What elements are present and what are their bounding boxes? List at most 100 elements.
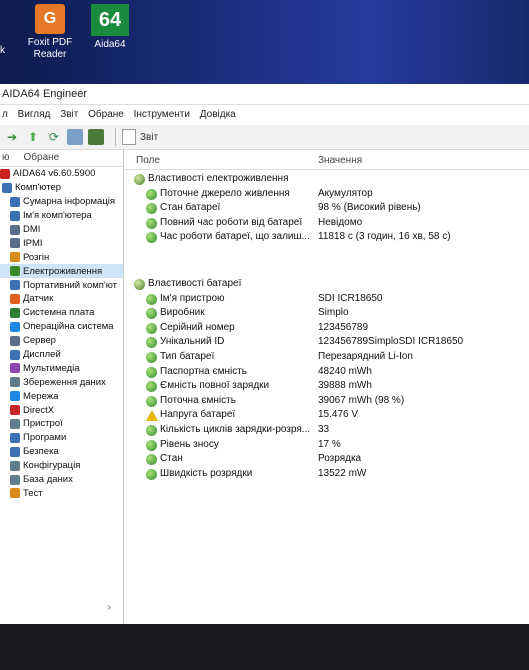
- tree-item-icon: [10, 196, 20, 207]
- field-name: Швидкість розрядки: [160, 467, 253, 479]
- tree-item[interactable]: Сумарна інформація: [0, 195, 123, 209]
- table-row[interactable]: Паспортна ємність 48240 mWh: [124, 365, 529, 380]
- field-value: 15.476 V: [318, 409, 359, 421]
- tree-item[interactable]: Мультимедіа: [0, 361, 123, 375]
- tree-item-label: Збереження даних: [23, 376, 106, 388]
- foxit-pdf-reader-shortcut[interactable]: G Foxit PDF Reader: [18, 4, 82, 61]
- tree-item[interactable]: Операційна система: [0, 320, 123, 334]
- tree-item-label: Мережа: [23, 390, 59, 402]
- field-name: Поточне джерело живлення: [160, 187, 290, 199]
- tab-favorites[interactable]: Обране: [22, 150, 72, 166]
- tab-menu[interactable]: ю: [0, 150, 22, 166]
- tree-item[interactable]: Ім'я комп'ютера: [0, 209, 123, 223]
- battery-icon: [146, 352, 157, 363]
- tree-item[interactable]: Пристрої: [0, 417, 123, 431]
- battery-icon: [146, 232, 157, 244]
- field-name: Паспортна ємність: [160, 365, 248, 377]
- tree-item[interactable]: Електроживлення: [0, 264, 123, 279]
- tree-item[interactable]: Датчик: [0, 292, 123, 306]
- tree-item-icon: [2, 182, 12, 193]
- refresh-icon[interactable]: ⟳: [46, 129, 62, 145]
- table-row[interactable]: Поточне джерело живлення Акумулятор: [124, 187, 529, 202]
- tree-item[interactable]: База даних: [0, 473, 123, 487]
- group-row[interactable]: Властивості батареї: [124, 277, 529, 292]
- tree-item[interactable]: IPMI: [0, 236, 123, 250]
- report-button[interactable]: Звіт: [122, 129, 158, 145]
- tree-item-icon: [10, 321, 20, 332]
- field-name: Стан батареї: [160, 202, 221, 214]
- battery-icon: [146, 308, 157, 320]
- motherboard-icon[interactable]: [88, 129, 104, 145]
- field-value: 13522 mW: [318, 467, 367, 479]
- field-value: 39067 mWh (98 %): [318, 394, 405, 406]
- navigation-tree: ю Обране AIDA64 v6.60.5900 Комп'ютер Сумар…: [0, 150, 124, 624]
- table-row[interactable]: Повний час роботи від батареї Невідомо: [124, 216, 529, 231]
- tree-item[interactable]: Збереження даних: [0, 375, 123, 389]
- report-icon: [122, 129, 136, 145]
- tree-item-label: DirectX: [23, 404, 55, 416]
- battery-icon: [146, 337, 157, 349]
- taskbar-area: [0, 624, 529, 670]
- menu-item[interactable]: л: [2, 109, 8, 120]
- menu-item-tools[interactable]: Інструменти: [134, 109, 190, 120]
- table-row[interactable]: Час роботи батареї, що залиш... 11818 с (…: [124, 230, 529, 245]
- tree-item-icon: [10, 446, 20, 457]
- table-row[interactable]: Швидкість розрядки 13522 mW: [124, 467, 529, 482]
- field-name: Кількість циклів зарядки-розря...: [160, 424, 311, 435]
- table-row[interactable]: Поточна ємність 39067 mWh (98 %): [124, 394, 529, 409]
- table-row[interactable]: Стан батареї 98 % (Високий рівень): [124, 201, 529, 216]
- field-name: Ємність повної зарядки: [160, 380, 270, 392]
- horizontal-scrollbar[interactable]: ›: [0, 602, 123, 613]
- menu-item-favorites[interactable]: Обране: [88, 109, 124, 120]
- aida64-shortcut[interactable]: 64 Aida64: [78, 4, 142, 51]
- field-value: 123456789: [318, 321, 369, 333]
- battery-icon: [146, 395, 157, 407]
- tree-item[interactable]: Комп'ютер: [0, 181, 123, 195]
- table-row[interactable]: Тип батареї Перезарядний Li-Ion: [124, 350, 529, 365]
- field-name: Виробник: [160, 307, 205, 319]
- field-value: 17 %: [318, 438, 341, 450]
- field-value: 48240 mWh: [318, 365, 372, 377]
- tree-item-icon: [10, 238, 20, 249]
- tree-item[interactable]: Сервер: [0, 334, 123, 348]
- column-header-value[interactable]: Значення: [318, 153, 362, 169]
- battery-icon: [146, 366, 157, 378]
- tree-item[interactable]: Безпека: [0, 445, 123, 459]
- tree-item[interactable]: AIDA64 v6.60.5900: [0, 167, 123, 181]
- menu-item-report[interactable]: Звіт: [60, 109, 78, 120]
- tree-item-icon: [10, 363, 20, 374]
- tree-item-label: Конфігурація: [23, 460, 81, 472]
- tree-item[interactable]: Системна плата: [0, 306, 123, 320]
- menu-item-help[interactable]: Довідка: [200, 109, 236, 120]
- group-row[interactable]: Властивості електроживлення: [124, 172, 529, 187]
- tree-item[interactable]: Конфігурація: [0, 459, 123, 473]
- details-header: Поле Значення: [124, 153, 529, 170]
- table-row[interactable]: Виробник Simplo: [124, 306, 529, 321]
- tree-item[interactable]: Портативний комп'ют: [0, 278, 123, 292]
- table-row[interactable]: Ємність повної зарядки 39888 mWh: [124, 379, 529, 394]
- tree-item[interactable]: Розгін: [0, 250, 123, 264]
- users-icon[interactable]: [67, 129, 83, 145]
- table-row[interactable]: Ім'я пристрою SDI ICR18650: [124, 292, 529, 307]
- tree-item[interactable]: Програми: [0, 431, 123, 445]
- warning-icon: [146, 410, 158, 422]
- up-arrow-icon[interactable]: ⬆: [25, 129, 41, 145]
- table-row[interactable]: Серійний номер 123456789: [124, 321, 529, 336]
- tree-item[interactable]: Тест: [0, 486, 123, 500]
- tree-item[interactable]: Дисплей: [0, 348, 123, 362]
- desktop-icon-label-fragment: k: [0, 45, 5, 56]
- tree-item-label: Сервер: [23, 335, 56, 347]
- tree-item[interactable]: DMI: [0, 223, 123, 237]
- table-row[interactable]: Стан Розрядка: [124, 452, 529, 467]
- table-row[interactable]: Унікальний ID 123456789SimploSDI ICR18650: [124, 335, 529, 350]
- forward-arrow-icon[interactable]: ➔: [4, 129, 20, 145]
- table-row[interactable]: Рівень зносу 17 %: [124, 438, 529, 453]
- column-header-field[interactable]: Поле: [136, 153, 160, 169]
- table-row[interactable]: Напруга батареї 15.476 V: [124, 408, 529, 423]
- tree-item-label: Тест: [23, 487, 43, 499]
- tree-item[interactable]: DirectX: [0, 403, 123, 417]
- table-row[interactable]: Кількість циклів зарядки-розря... 33: [124, 423, 529, 438]
- tree-item[interactable]: Мережа: [0, 389, 123, 403]
- menu-item-view[interactable]: Вигляд: [18, 109, 51, 120]
- tree-item-label: Електроживлення: [23, 265, 103, 277]
